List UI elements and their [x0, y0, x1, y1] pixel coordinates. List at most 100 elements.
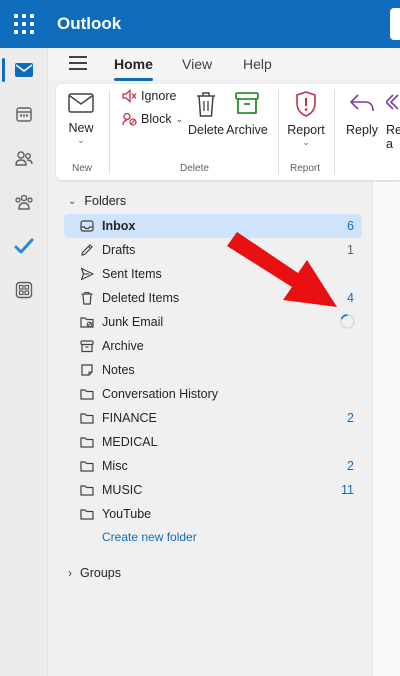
shield-alert-icon — [296, 91, 316, 117]
folder-name: Conversation History — [102, 387, 219, 401]
ribbon-tabs: Home View Help — [48, 48, 400, 81]
group-label-report: Report — [290, 163, 321, 174]
unread-count: 11 — [341, 483, 354, 497]
note-icon — [81, 364, 93, 376]
folders-header-label: Folders — [84, 194, 127, 208]
unread-count: 2 — [347, 411, 354, 425]
groups-section-header[interactable]: › Groups — [68, 566, 121, 580]
ribbon-divider — [278, 90, 279, 174]
inbox-icon — [80, 220, 94, 232]
folder-name: Inbox — [102, 219, 136, 233]
archive-box-icon — [235, 92, 259, 114]
unread-count: 4 — [347, 291, 354, 305]
group-label-new: New — [72, 163, 93, 174]
block-button[interactable]: Block ⌄ — [122, 112, 183, 126]
folder-icon — [80, 437, 94, 448]
todo-check-icon[interactable] — [0, 224, 48, 268]
folder-icon — [80, 485, 94, 496]
delete-label: Delete — [188, 123, 225, 137]
search-box[interactable] — [390, 8, 400, 40]
unread-count: 2 — [347, 459, 354, 473]
apps-icon[interactable] — [0, 268, 48, 312]
folder-name: YouTube — [102, 507, 152, 521]
folder-icon — [80, 509, 94, 520]
top-bar: Outlook — [0, 0, 400, 48]
folder-name: MUSIC — [102, 483, 143, 497]
tab-view[interactable]: View — [182, 56, 212, 72]
groups-header-label: Groups — [80, 566, 121, 580]
folders-section-header[interactable]: ⌄ Folders — [68, 194, 126, 208]
folder-name: Archive — [102, 339, 144, 353]
chevron-down-icon: ⌄ — [302, 137, 310, 147]
tab-help[interactable]: Help — [243, 56, 272, 72]
folder-name: Drafts — [102, 243, 136, 257]
ignore-label: Ignore — [141, 89, 177, 103]
reply-all-label: Re — [386, 123, 400, 137]
envelope-icon — [68, 93, 94, 113]
folder-icon — [80, 461, 94, 472]
trash-icon — [197, 92, 215, 117]
folder-name: Sent Items — [102, 267, 162, 281]
chevron-right-icon: › — [68, 566, 72, 580]
trash-icon — [81, 291, 93, 305]
app-rail — [0, 48, 48, 676]
mute-icon — [122, 89, 137, 103]
ignore-button[interactable]: Ignore — [122, 89, 176, 103]
pencil-icon — [81, 244, 93, 256]
create-new-folder-link[interactable]: Create new folder — [102, 530, 197, 544]
folder-music[interactable]: MUSIC 11 — [64, 478, 362, 502]
junk-folder-icon — [80, 317, 94, 328]
folder-name: FINANCE — [102, 411, 157, 425]
send-icon — [80, 267, 94, 281]
folder-name: Junk Email — [102, 315, 164, 329]
reply-button[interactable]: Reply — [344, 92, 380, 137]
new-mail-button[interactable]: New ⌄ — [66, 92, 96, 146]
ribbon: New ⌄ New Ignore Block ⌄ Delete Archive … — [56, 84, 400, 180]
folder-misc[interactable]: Misc 2 — [64, 454, 362, 478]
folder-name: Deleted Items — [102, 291, 180, 305]
folder-youtube[interactable]: YouTube — [64, 502, 362, 526]
calendar-icon[interactable] — [0, 92, 48, 136]
folder-finance[interactable]: FINANCE 2 — [64, 406, 362, 430]
tab-home[interactable]: Home — [114, 56, 153, 81]
block-icon — [122, 112, 137, 126]
ribbon-divider — [109, 90, 110, 174]
draft-count: 1 — [347, 243, 354, 257]
chevron-down-icon: ⌄ — [68, 195, 77, 207]
group-label-delete: Delete — [180, 163, 209, 174]
mail-icon[interactable] — [0, 48, 48, 92]
archive-icon — [80, 340, 94, 353]
groups-icon[interactable] — [0, 180, 48, 224]
reply-all-button[interactable]: Re a — [386, 92, 400, 151]
app-title: Outlook — [57, 14, 122, 33]
red-arrow-annotation — [227, 232, 337, 307]
folder-name: Misc — [102, 459, 128, 473]
chevron-down-icon: ⌄ — [77, 135, 85, 145]
block-label: Block — [141, 112, 172, 126]
chevron-down-icon: ⌄ — [175, 113, 184, 124]
reply-all-arrow-icon — [386, 94, 399, 110]
reply-label: Reply — [346, 123, 378, 137]
folder-icon — [80, 389, 94, 400]
people-icon[interactable] — [0, 136, 48, 180]
archive-label: Archive — [226, 123, 268, 137]
folder-conversation-history[interactable]: Conversation History — [64, 382, 362, 406]
report-label: Report — [287, 123, 325, 137]
folder-notes[interactable]: Notes — [64, 358, 362, 382]
reply-arrow-icon — [350, 94, 374, 112]
folder-archive[interactable]: Archive — [64, 334, 362, 358]
folder-medical[interactable]: MEDICAL — [64, 430, 362, 454]
archive-button[interactable]: Archive — [226, 90, 268, 137]
report-button[interactable]: Report ⌄ — [286, 90, 326, 148]
folder-name: MEDICAL — [102, 435, 158, 449]
new-label: New — [68, 121, 94, 135]
loading-spinner-icon — [340, 314, 355, 329]
folder-icon — [80, 413, 94, 424]
reply-all-label-line2: a — [386, 137, 393, 151]
folder-junk-email[interactable]: Junk Email — [64, 310, 362, 334]
app-launcher-icon[interactable] — [14, 14, 34, 34]
hamburger-menu-icon[interactable] — [69, 56, 87, 70]
ribbon-divider — [334, 90, 335, 174]
delete-button[interactable]: Delete — [188, 90, 224, 137]
message-list-edge — [372, 182, 400, 676]
